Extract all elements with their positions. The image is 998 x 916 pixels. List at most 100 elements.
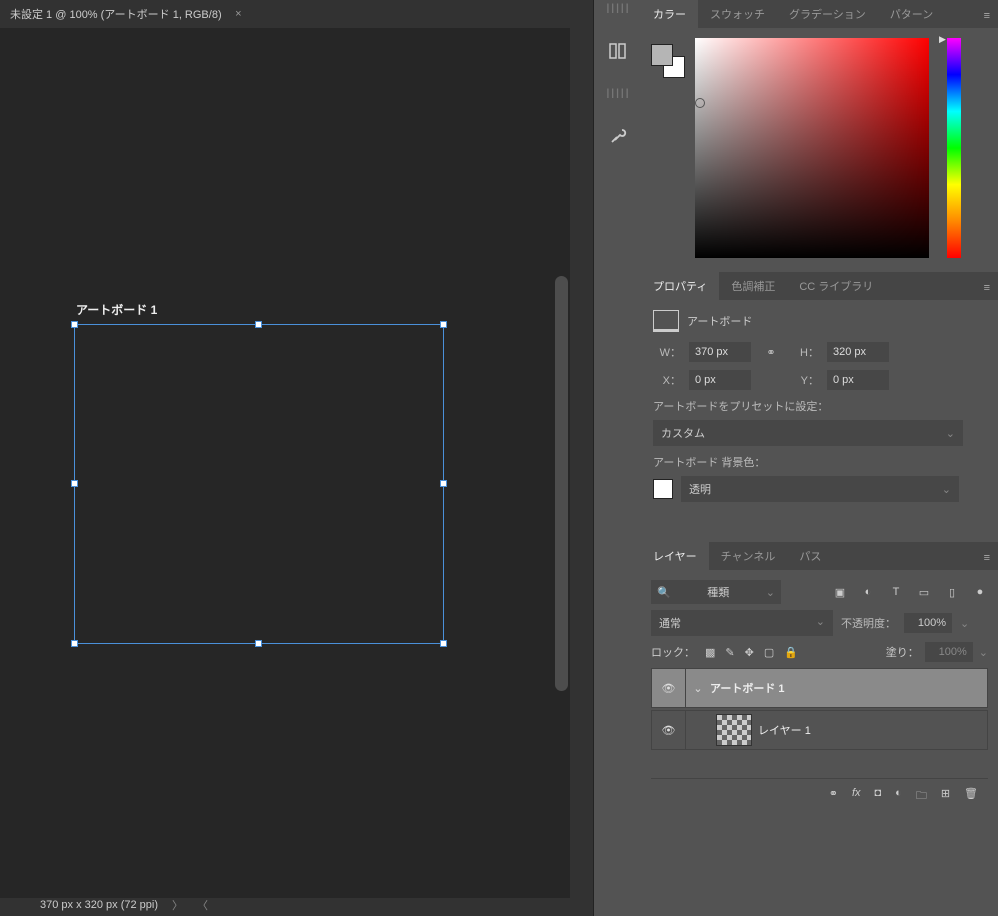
handle-n[interactable]: [255, 321, 262, 328]
handle-nw[interactable]: [71, 321, 78, 328]
chevron-right-icon[interactable]: 〉: [172, 897, 183, 913]
status-bar: 370 px x 320 px (72 ppi) 〉 〈: [0, 894, 593, 916]
handle-s[interactable]: [255, 640, 262, 647]
tab-channels[interactable]: チャンネル: [709, 542, 788, 570]
filter-toggle-icon[interactable]: ●: [972, 586, 988, 598]
handle-w[interactable]: [71, 480, 78, 487]
link-wh-icon[interactable]: ⚭: [759, 346, 783, 359]
canvas[interactable]: アートボード 1: [0, 28, 570, 898]
visibility-icon[interactable]: 👁: [652, 711, 686, 749]
tab-layers[interactable]: レイヤー: [641, 542, 709, 570]
hue-indicator-icon[interactable]: ▶: [939, 34, 946, 45]
handle-sw[interactable]: [71, 640, 78, 647]
chevron-down-icon: ⌄: [942, 483, 951, 496]
lock-paint-icon[interactable]: ✎: [725, 646, 734, 659]
spectrum-cursor[interactable]: [695, 98, 705, 108]
hue-slider[interactable]: ▶: [947, 38, 961, 258]
x-label: X：: [653, 372, 681, 388]
visibility-icon[interactable]: 👁: [652, 669, 686, 707]
foreground-swatch[interactable]: [651, 44, 673, 66]
tab-adjustments[interactable]: 色調補正: [719, 272, 787, 300]
chevron-down-icon: ⌄: [766, 586, 775, 599]
foreground-background-swatch[interactable]: [651, 44, 685, 78]
adjustment-icon[interactable]: ◐: [895, 787, 902, 806]
lock-position-icon[interactable]: ✥: [745, 646, 754, 659]
opacity-input[interactable]: 100%: [904, 613, 952, 633]
tab-swatches[interactable]: スウォッチ: [698, 0, 777, 28]
tab-paths[interactable]: パス: [787, 542, 833, 570]
color-spectrum[interactable]: [695, 38, 929, 258]
artboard-label[interactable]: アートボード 1: [76, 301, 157, 318]
artboard-selection[interactable]: [74, 324, 444, 644]
new-layer-icon[interactable]: ⊞: [941, 787, 950, 806]
height-input[interactable]: [827, 342, 889, 362]
layer-row[interactable]: 👁 レイヤー 1: [651, 710, 988, 750]
layers-panel-tabs: レイヤー チャンネル パス ≡: [641, 542, 998, 570]
height-label: H：: [791, 344, 819, 360]
properties-type-label: アートボード: [687, 313, 752, 329]
filter-text-icon[interactable]: T: [888, 586, 904, 598]
grip-icon[interactable]: ┃┃┃┃┃: [605, 4, 629, 13]
blend-value: 通常: [659, 615, 681, 631]
panel-icon-1[interactable]: [604, 37, 632, 65]
filter-adjust-icon[interactable]: ◐: [860, 586, 876, 598]
handle-e[interactable]: [440, 480, 447, 487]
mask-icon[interactable]: ◘: [875, 787, 882, 806]
lock-transparency-icon[interactable]: ▩: [705, 646, 715, 659]
layer-thumbnail[interactable]: [716, 714, 752, 746]
trash-icon[interactable]: 🗑: [964, 787, 978, 806]
panel-menu-icon[interactable]: ≡: [976, 546, 998, 570]
tools-icon[interactable]: [604, 122, 632, 150]
search-icon: 🔍: [657, 586, 671, 599]
canvas-vertical-scrollbar[interactable]: [555, 276, 568, 691]
preset-label: アートボードをプリセットに設定：: [653, 398, 986, 414]
chevron-down-icon[interactable]: ⌄: [979, 646, 988, 659]
tab-properties[interactable]: プロパティ: [641, 272, 719, 300]
blend-mode-select[interactable]: 通常 ⌄: [651, 610, 833, 636]
preset-select[interactable]: カスタム ⌄: [653, 420, 963, 446]
lock-artboard-icon[interactable]: ▢: [764, 646, 774, 659]
chevron-left-icon[interactable]: 〈: [197, 897, 208, 913]
width-input[interactable]: [689, 342, 751, 362]
tab-color[interactable]: カラー: [641, 0, 698, 28]
group-icon[interactable]: 🗀: [916, 787, 927, 806]
bgcolor-swatch[interactable]: [653, 479, 673, 499]
tab-cc-libraries[interactable]: CC ライブラリ: [787, 272, 885, 300]
fx-icon[interactable]: fx: [852, 787, 861, 806]
layer-name[interactable]: アートボード 1: [710, 680, 785, 696]
chevron-down-icon[interactable]: ⌄: [686, 682, 710, 695]
handle-ne[interactable]: [440, 321, 447, 328]
y-label: Y：: [791, 372, 819, 388]
color-panel-tabs: カラー スウォッチ グラデーション パターン ≡: [641, 0, 998, 28]
layer-filter-select[interactable]: 🔍 種類 ⌄: [651, 580, 781, 604]
close-icon[interactable]: ×: [235, 8, 241, 20]
y-input[interactable]: [827, 370, 889, 390]
chevron-down-icon: ⌄: [946, 427, 955, 440]
panel-menu-icon[interactable]: ≡: [976, 4, 998, 28]
grip-icon[interactable]: ┃┃┃┃┃: [605, 89, 629, 98]
color-panel: ▶: [641, 28, 998, 272]
chevron-down-icon: ⌄: [816, 615, 825, 631]
layers-footer: ⚭ fx ◘ ◐ 🗀 ⊞ 🗑: [651, 778, 988, 806]
fill-label: 塗り：: [886, 644, 919, 660]
lock-all-icon[interactable]: 🔒: [784, 646, 798, 659]
layer-artboard[interactable]: 👁 ⌄ アートボード 1: [651, 668, 988, 708]
properties-panel: アートボード W： ⚭ H： X： Y： アートボードをプリセットに設定： カス…: [641, 300, 998, 512]
filter-smart-icon[interactable]: ▯: [944, 586, 960, 599]
filter-shape-icon[interactable]: ▭: [916, 586, 932, 599]
tab-pattern[interactable]: パターン: [878, 0, 945, 28]
document-tab-bar: 未設定 1 @ 100% (アートボード 1, RGB/8) ×: [0, 0, 593, 28]
panel-menu-icon[interactable]: ≡: [976, 276, 998, 300]
filter-image-icon[interactable]: ▣: [832, 586, 848, 599]
document-tab[interactable]: 未設定 1 @ 100% (アートボード 1, RGB/8) ×: [0, 0, 250, 28]
layer-name[interactable]: レイヤー 1: [758, 722, 811, 738]
document-tab-title: 未設定 1 @ 100% (アートボード 1, RGB/8): [10, 6, 222, 22]
canvas-area: 未設定 1 @ 100% (アートボード 1, RGB/8) × アートボード …: [0, 0, 593, 916]
link-layers-icon[interactable]: ⚭: [829, 787, 838, 806]
tab-gradient[interactable]: グラデーション: [777, 0, 878, 28]
chevron-down-icon[interactable]: ⌄: [960, 617, 969, 630]
handle-se[interactable]: [440, 640, 447, 647]
x-input[interactable]: [689, 370, 751, 390]
fill-input[interactable]: 100%: [925, 642, 973, 662]
bgcolor-select[interactable]: 透明 ⌄: [681, 476, 959, 502]
